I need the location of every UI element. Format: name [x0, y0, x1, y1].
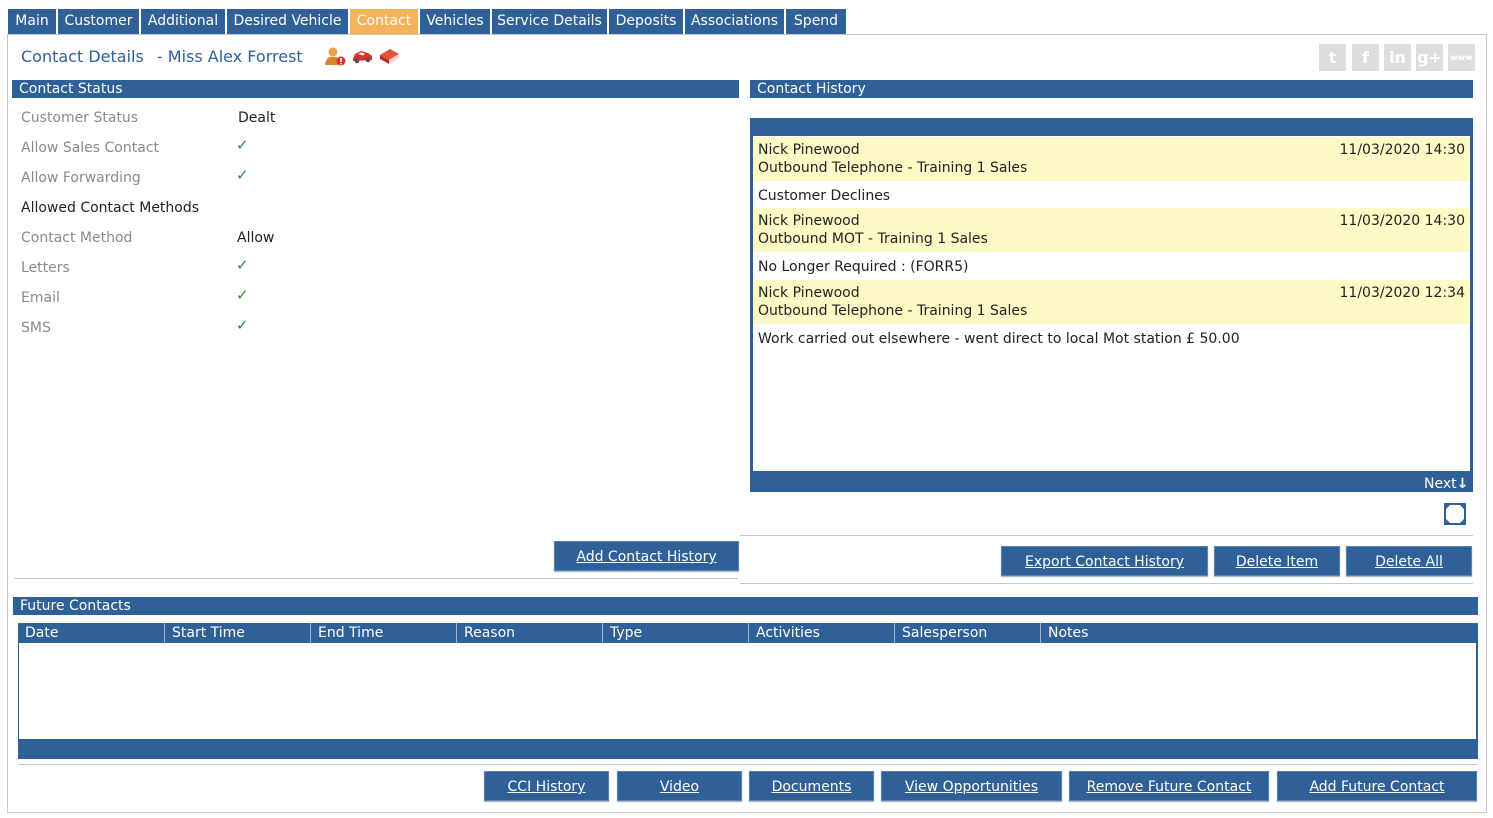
column-header-end-time[interactable]: End Time — [310, 623, 456, 643]
future-contacts-heading: Future Contacts — [13, 597, 1478, 615]
person-alert-icon[interactable] — [324, 46, 346, 66]
history-note: Work carried out elsewhere - went direct… — [758, 331, 1240, 347]
status-value: Allow — [237, 230, 275, 246]
facebook-icon[interactable]: f — [1352, 44, 1379, 71]
status-label: Email — [21, 290, 60, 306]
column-header-notes[interactable]: Notes — [1040, 623, 1478, 643]
status-label: SMS — [21, 320, 51, 336]
linkedin-icon[interactable]: in — [1384, 44, 1411, 71]
tab-desired-vehicle[interactable]: Desired Vehicle — [227, 9, 348, 34]
tab-service-details[interactable]: Service Details — [492, 9, 607, 34]
export-contact-history-button[interactable]: Export Contact History — [1001, 546, 1208, 576]
googleplus-icon[interactable]: g+ — [1416, 44, 1443, 71]
divider — [740, 535, 1473, 536]
history-entry-header: Nick Pinewood Outbound MOT - Training 1 … — [753, 208, 1470, 252]
history-entry[interactable]: Nick Pinewood Outbound Telephone - Train… — [753, 137, 1470, 204]
video-button[interactable]: Video — [617, 771, 742, 801]
tab-additional[interactable]: Additional — [141, 9, 225, 34]
status-row-contact-method: Contact Method Allow — [21, 230, 341, 250]
documents-button[interactable]: Documents — [749, 771, 874, 801]
tab-contact[interactable]: Contact — [350, 9, 418, 34]
status-row-allow-forwarding: Allow Forwarding ✓ — [21, 166, 341, 190]
status-row-customer-status: Customer Status Dealt — [21, 110, 341, 130]
history-datetime: 11/03/2020 14:30 — [1339, 213, 1466, 229]
tab-spend[interactable]: Spend — [786, 9, 846, 34]
check-icon: ✓ — [236, 286, 249, 304]
history-type: Outbound MOT - Training 1 Sales — [758, 231, 988, 247]
status-label: Letters — [21, 260, 70, 276]
contact-status-heading: Contact Status — [12, 80, 739, 98]
status-row-email: Email ✓ — [21, 286, 341, 310]
history-note: Customer Declines — [758, 188, 891, 204]
delete-item-button[interactable]: Delete Item — [1214, 546, 1340, 576]
status-label: Customer Status — [21, 110, 139, 126]
check-icon: ✓ — [236, 136, 249, 154]
future-contacts-table: Date Start Time End Time Reason Type Act… — [18, 623, 1478, 759]
contact-history-heading: Contact History — [750, 80, 1473, 98]
arrow-down-icon: ↓ — [1456, 476, 1469, 492]
expand-icon[interactable] — [1443, 502, 1467, 526]
status-row-sms: SMS ✓ — [21, 316, 341, 340]
tab-vehicles[interactable]: Vehicles — [420, 9, 490, 34]
customer-name: - Miss Alex Forrest — [156, 47, 303, 66]
history-datetime: 11/03/2020 12:34 — [1339, 285, 1466, 301]
check-icon: ✓ — [236, 316, 249, 334]
tab-deposits[interactable]: Deposits — [609, 9, 683, 34]
status-value: Dealt — [238, 110, 276, 126]
column-header-reason[interactable]: Reason — [456, 623, 602, 643]
check-icon: ✓ — [236, 166, 249, 184]
tab-main[interactable]: Main — [8, 9, 56, 34]
divider — [14, 578, 738, 579]
check-icon: ✓ — [236, 256, 249, 274]
column-header-date[interactable]: Date — [18, 623, 164, 643]
book-icon[interactable] — [378, 46, 400, 66]
history-user: Nick Pinewood — [758, 142, 860, 158]
future-contacts-body — [19, 643, 1476, 739]
add-future-contact-button[interactable]: Add Future Contact — [1277, 771, 1477, 801]
status-label: Allowed Contact Methods — [21, 200, 200, 216]
status-row-allowed-methods: Allowed Contact Methods — [21, 200, 341, 220]
status-row-letters: Letters ✓ — [21, 256, 341, 280]
divider — [18, 764, 1478, 765]
contact-history-panel: Nick Pinewood Outbound Telephone - Train… — [750, 118, 1473, 492]
status-label: Allow Forwarding — [21, 170, 141, 186]
column-header-activities[interactable]: Activities — [748, 623, 894, 643]
history-user: Nick Pinewood — [758, 213, 860, 229]
history-type: Outbound Telephone - Training 1 Sales — [758, 160, 1028, 176]
divider — [740, 583, 1473, 584]
delete-all-button[interactable]: Delete All — [1346, 546, 1472, 576]
twitter-icon[interactable]: t — [1319, 44, 1346, 71]
next-label: Next — [1424, 476, 1457, 492]
history-user: Nick Pinewood — [758, 285, 860, 301]
column-header-start-time[interactable]: Start Time — [164, 623, 310, 643]
status-label: Allow Sales Contact — [21, 140, 160, 156]
car-icon[interactable] — [351, 46, 373, 66]
view-opportunities-button[interactable]: View Opportunities — [881, 771, 1062, 801]
column-header-type[interactable]: Type — [602, 623, 748, 643]
remove-future-contact-button[interactable]: Remove Future Contact — [1069, 771, 1269, 801]
next-link[interactable]: Next↓ — [1424, 476, 1468, 492]
history-datetime: 11/03/2020 14:30 — [1339, 142, 1466, 158]
page-title-text: Contact Details — [21, 47, 144, 66]
column-header-salesperson[interactable]: Salesperson — [894, 623, 1040, 643]
history-entry[interactable]: Nick Pinewood Outbound MOT - Training 1 … — [753, 208, 1470, 275]
add-contact-history-button[interactable]: Add Contact History — [554, 541, 739, 571]
www-icon[interactable]: www — [1448, 44, 1475, 71]
history-type: Outbound Telephone - Training 1 Sales — [758, 303, 1028, 319]
history-entry-header: Nick Pinewood Outbound Telephone - Train… — [753, 137, 1470, 181]
tab-associations[interactable]: Associations — [685, 9, 784, 34]
history-entry-header: Nick Pinewood Outbound Telephone - Train… — [753, 280, 1470, 324]
tab-customer[interactable]: Customer — [58, 9, 139, 34]
contact-history-list: Nick Pinewood Outbound Telephone - Train… — [753, 136, 1470, 471]
history-note: No Longer Required : (FORR5) — [758, 259, 969, 275]
history-entry[interactable]: Nick Pinewood Outbound Telephone - Train… — [753, 280, 1470, 347]
page-title: Contact Details - Miss Alex Forrest — [21, 47, 303, 66]
status-label: Contact Method — [21, 230, 133, 246]
status-row-allow-sales: Allow Sales Contact ✓ — [21, 136, 341, 160]
cci-history-button[interactable]: CCI History — [484, 771, 609, 801]
